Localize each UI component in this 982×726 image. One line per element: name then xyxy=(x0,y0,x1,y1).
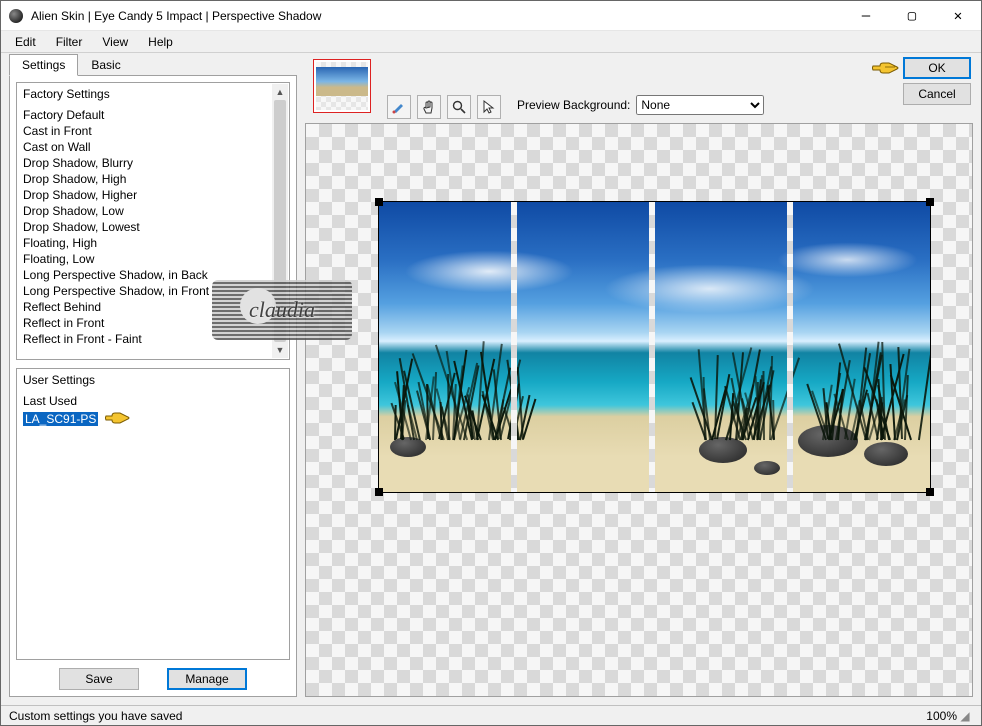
preview-background-select[interactable]: None xyxy=(636,95,764,115)
tool-buttons xyxy=(387,95,501,119)
tab-strip: Settings Basic xyxy=(9,53,297,75)
pointer-tool-icon[interactable] xyxy=(477,95,501,119)
settings-panel: Factory Settings Factory DefaultCast in … xyxy=(9,75,297,697)
preview-pane[interactable] xyxy=(305,123,973,697)
factory-item[interactable]: Drop Shadow, Higher xyxy=(23,187,283,203)
right-area: Preview Background: None OK Cancel xyxy=(305,53,981,705)
user-settings-list[interactable]: User Settings Last Used LA_SC91-PS xyxy=(16,368,290,660)
factory-item[interactable]: Drop Shadow, Low xyxy=(23,203,283,219)
scroll-thumb[interactable] xyxy=(274,100,286,342)
menubar: Edit Filter View Help xyxy=(1,31,981,53)
menu-filter[interactable]: Filter xyxy=(48,33,91,51)
factory-item[interactable]: Long Perspective Shadow, in Back xyxy=(23,267,283,283)
pointer-hand-icon xyxy=(871,58,899,81)
status-bar: Custom settings you have saved 100% ◢ xyxy=(1,705,981,725)
factory-settings-title: Factory Settings xyxy=(17,83,289,107)
tab-settings[interactable]: Settings xyxy=(9,54,78,76)
menu-help[interactable]: Help xyxy=(140,33,181,51)
factory-item[interactable]: Reflect in Front - Faint xyxy=(23,331,283,347)
resize-grip-icon[interactable]: ◢ xyxy=(957,709,973,723)
settings-button-row: Save Manage xyxy=(16,660,290,690)
left-panel: Settings Basic Factory Settings Factory … xyxy=(1,53,305,705)
ok-button[interactable]: OK xyxy=(903,57,971,79)
factory-item[interactable]: Factory Default xyxy=(23,107,283,123)
zoom-level: 100% xyxy=(926,709,957,723)
factory-item[interactable]: Floating, Low xyxy=(23,251,283,267)
preview-thumbnail[interactable] xyxy=(313,59,371,113)
factory-item[interactable]: Cast in Front xyxy=(23,123,283,139)
preview-background-label: Preview Background: xyxy=(517,98,630,112)
preview-canvas[interactable] xyxy=(378,201,931,493)
minimize-button[interactable]: — xyxy=(843,1,889,30)
factory-item[interactable]: Long Perspective Shadow, in Front xyxy=(23,283,283,299)
tab-basic[interactable]: Basic xyxy=(78,54,133,76)
preview-background-control: Preview Background: None xyxy=(517,95,764,115)
window-titlebar: Alien Skin | Eye Candy 5 Impact | Perspe… xyxy=(1,1,981,31)
window-title: Alien Skin | Eye Candy 5 Impact | Perspe… xyxy=(31,9,843,23)
dialog-buttons: OK Cancel xyxy=(903,57,971,105)
pointer-hand-icon xyxy=(104,410,130,429)
menu-edit[interactable]: Edit xyxy=(7,33,44,51)
factory-item[interactable]: Cast on Wall xyxy=(23,139,283,155)
brush-tool-icon[interactable] xyxy=(387,95,411,119)
user-item[interactable]: Last Used xyxy=(23,393,77,409)
factory-item[interactable]: Reflect in Front xyxy=(23,315,283,331)
manage-button[interactable]: Manage xyxy=(167,668,247,690)
user-settings-title: User Settings xyxy=(17,369,289,393)
status-text: Custom settings you have saved xyxy=(9,709,182,723)
menu-view[interactable]: View xyxy=(94,33,136,51)
factory-scrollbar[interactable]: ▲ ▼ xyxy=(272,84,288,358)
close-button[interactable]: ✕ xyxy=(935,1,981,30)
app-icon xyxy=(9,9,23,23)
cancel-button[interactable]: Cancel xyxy=(903,83,971,105)
factory-item[interactable]: Drop Shadow, High xyxy=(23,171,283,187)
factory-item[interactable]: Floating, High xyxy=(23,235,283,251)
zoom-tool-icon[interactable] xyxy=(447,95,471,119)
factory-item[interactable]: Reflect Behind xyxy=(23,299,283,315)
scroll-up-icon[interactable]: ▲ xyxy=(272,84,288,100)
main-content: Settings Basic Factory Settings Factory … xyxy=(1,53,981,705)
factory-item[interactable]: Drop Shadow, Blurry xyxy=(23,155,283,171)
maximize-button[interactable]: ▢ xyxy=(889,1,935,30)
scroll-down-icon[interactable]: ▼ xyxy=(272,342,288,358)
factory-settings-list[interactable]: Factory Settings Factory DefaultCast in … xyxy=(16,82,290,360)
hand-tool-icon[interactable] xyxy=(417,95,441,119)
user-item[interactable]: LA_SC91-PS xyxy=(23,412,98,426)
save-button[interactable]: Save xyxy=(59,668,139,690)
factory-item[interactable]: Drop Shadow, Lowest xyxy=(23,219,283,235)
